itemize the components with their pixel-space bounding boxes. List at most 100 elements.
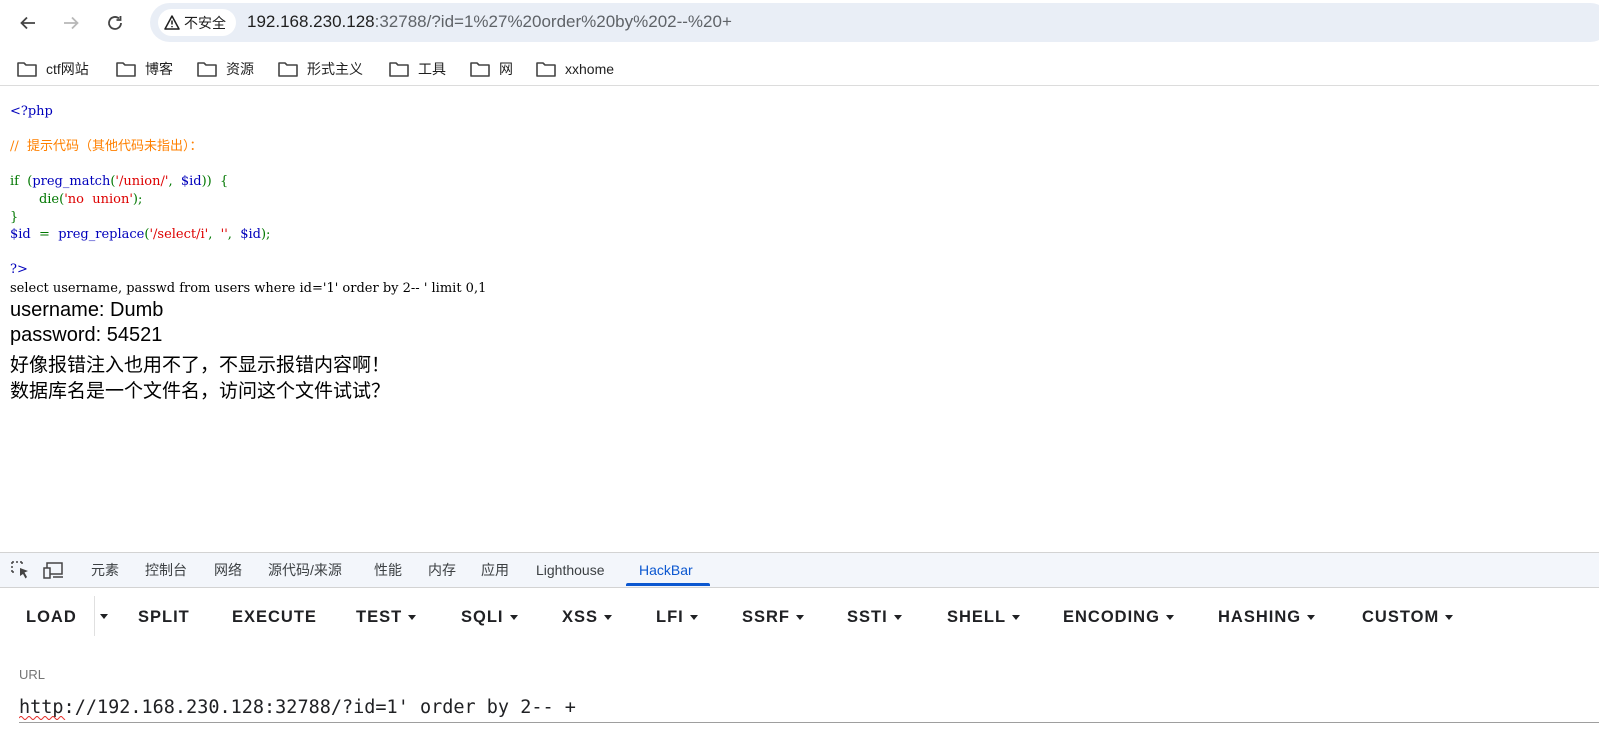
code-token: , xyxy=(168,174,181,190)
bookmark-folder[interactable]: xxhome xyxy=(536,56,614,82)
code-token: ); xyxy=(132,191,143,207)
device-toolbar-icon[interactable] xyxy=(43,560,65,580)
execute-button[interactable]: EXECUTE xyxy=(232,605,317,629)
tab-lighthouse[interactable]: Lighthouse xyxy=(536,553,605,587)
caret-down-icon xyxy=(893,614,902,620)
url-display[interactable]: 192.168.230.128:32788/?id=1%27%20order%2… xyxy=(247,12,732,32)
sql-query-text: select username, passwd from users where… xyxy=(10,281,487,296)
load-divider xyxy=(94,596,95,636)
xss-menu-button[interactable]: XSS xyxy=(562,605,613,629)
test-menu-button[interactable]: TEST xyxy=(356,605,417,629)
php-source: <?php // 提示代码（其他代码未指出）： if (preg_match('… xyxy=(10,103,270,279)
address-bar[interactable]: 不安全 192.168.230.128:32788/?id=1%27%20ord… xyxy=(150,3,1599,42)
lfi-label: LFI xyxy=(656,607,684,626)
custom-menu-button[interactable]: CUSTOM xyxy=(1362,605,1454,629)
tab-elements[interactable]: 元素 xyxy=(91,553,119,587)
preg-replace-fn: preg_replace xyxy=(58,227,145,243)
folder-icon xyxy=(389,62,409,77)
caret-down-icon xyxy=(408,614,417,620)
preg-match-fn: preg_match xyxy=(32,174,111,190)
select-pattern: '/select/i' xyxy=(149,227,209,243)
xss-label: XSS xyxy=(562,607,599,626)
hint-message-2: 数据库名是一个文件名，访问这个文件试试？ xyxy=(10,381,391,402)
ssrf-menu-button[interactable]: SSRF xyxy=(742,605,805,629)
ssrf-label: SSRF xyxy=(742,607,791,626)
inspect-element-icon[interactable] xyxy=(10,560,32,580)
arrow-left-icon xyxy=(20,16,35,30)
tab-memory[interactable]: 内存 xyxy=(428,553,456,587)
security-indicator[interactable]: 不安全 xyxy=(158,9,236,36)
die-call: die( xyxy=(38,191,65,207)
hashing-menu-button[interactable]: HASHING xyxy=(1218,605,1316,629)
url-host: 192.168.230.128 xyxy=(247,12,375,31)
load-button[interactable]: LOAD xyxy=(26,605,77,629)
bookmark-folder[interactable]: 博客 xyxy=(116,56,173,82)
folder-icon xyxy=(197,62,217,77)
encoding-label: ENCODING xyxy=(1063,607,1160,626)
tab-hackbar[interactable]: HackBar xyxy=(639,553,693,587)
no-union-string: 'no union' xyxy=(64,191,133,207)
url-path: :32788/?id=1%27%20order%20by%202--%20+ xyxy=(374,12,732,31)
caret-down-icon xyxy=(1165,614,1174,620)
bookmark-folder[interactable]: 工具 xyxy=(389,56,446,82)
hackbar-toolbar: LOAD SPLIT EXECUTE TEST SQLI XSS LFI SSR… xyxy=(0,588,1599,644)
tab-application[interactable]: 应用 xyxy=(481,553,509,587)
reload-icon xyxy=(108,16,122,30)
spellcheck-underline xyxy=(19,716,66,720)
warning-icon xyxy=(164,15,180,30)
load-dropdown-icon[interactable] xyxy=(100,614,108,619)
tab-console[interactable]: 控制台 xyxy=(145,553,187,587)
tab-performance[interactable]: 性能 xyxy=(374,553,402,587)
ssti-label: SSTI xyxy=(847,607,888,626)
php-close-tag: ?> xyxy=(10,262,28,278)
caret-down-icon xyxy=(1012,614,1021,620)
bookmark-label: 工具 xyxy=(418,61,446,77)
shell-menu-button[interactable]: SHELL xyxy=(947,605,1021,629)
bookmark-folder[interactable]: ctf网站 xyxy=(17,56,89,82)
reload-button[interactable] xyxy=(100,8,130,38)
sqli-menu-button[interactable]: SQLI xyxy=(461,605,518,629)
code-token: = xyxy=(30,227,59,243)
encoding-menu-button[interactable]: ENCODING xyxy=(1063,605,1174,629)
custom-label: CUSTOM xyxy=(1362,607,1440,626)
hackbar-url-input[interactable] xyxy=(19,692,1599,723)
forward-button[interactable] xyxy=(56,8,86,38)
bookmark-label: xxhome xyxy=(565,61,615,77)
folder-icon xyxy=(17,62,37,77)
split-button[interactable]: SPLIT xyxy=(138,605,190,629)
ssti-menu-button[interactable]: SSTI xyxy=(847,605,902,629)
code-token: )) { xyxy=(201,174,229,190)
close-brace: } xyxy=(10,209,19,225)
tab-network[interactable]: 网络 xyxy=(214,553,242,587)
caret-down-icon xyxy=(604,614,613,620)
caret-down-icon xyxy=(1307,614,1316,620)
bookmarks-bar: ctf网站 博客 资源 形式主义 工具 网 xxhome xyxy=(0,52,1599,86)
hashing-label: HASHING xyxy=(1218,607,1302,626)
caret-down-icon xyxy=(796,614,805,620)
lfi-menu-button[interactable]: LFI xyxy=(656,605,698,629)
code-comment: // 提示代码（其他代码未指出）： xyxy=(10,139,203,155)
code-token: ); xyxy=(260,227,271,243)
bookmark-folder[interactable]: 资源 xyxy=(197,56,254,82)
bookmark-label: 博客 xyxy=(145,61,173,77)
devtools-tabbar: 元素 控制台 网络 源代码/来源 性能 内存 应用 Lighthouse Hac… xyxy=(0,552,1599,588)
id-variable: $id xyxy=(10,227,31,243)
password-output: password: 54521 xyxy=(10,324,163,346)
caret-down-icon xyxy=(689,614,698,620)
shell-label: SHELL xyxy=(947,607,1007,626)
bookmark-label: 资源 xyxy=(226,61,254,77)
tab-sources[interactable]: 源代码/来源 xyxy=(268,553,342,587)
bookmark-label: ctf网站 xyxy=(46,61,89,77)
bookmark-label: 形式主义 xyxy=(307,61,363,77)
code-token: , xyxy=(208,227,221,243)
back-button[interactable] xyxy=(13,8,43,38)
bookmark-folder[interactable]: 网 xyxy=(470,56,513,82)
empty-string: '' xyxy=(220,227,228,243)
execute-label: EXECUTE xyxy=(232,607,317,626)
bookmark-folder[interactable]: 形式主义 xyxy=(278,56,363,82)
bookmark-label: 网 xyxy=(499,61,513,77)
username-output: username: Dumb xyxy=(10,299,164,321)
sqli-label: SQLI xyxy=(461,607,504,626)
hint-message-1: 好像报错注入也用不了，不显示报错内容啊！ xyxy=(10,355,391,376)
